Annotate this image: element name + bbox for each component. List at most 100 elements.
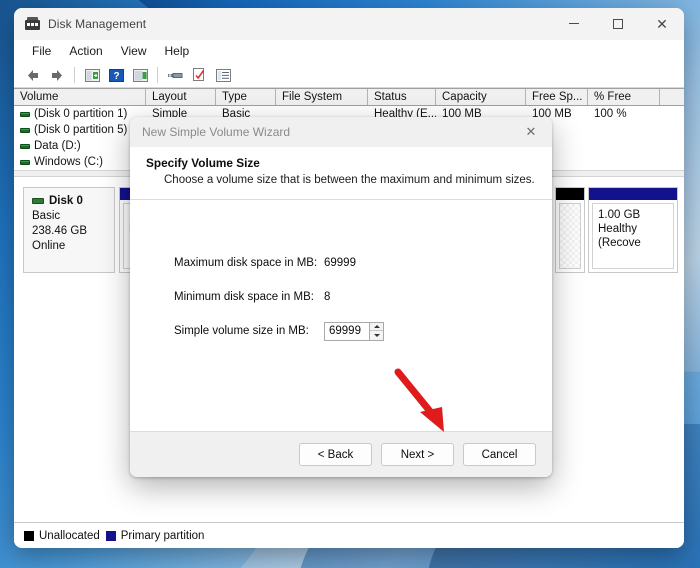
chevron-up-icon <box>373 324 380 328</box>
column-header-free-space[interactable]: Free Sp... <box>526 89 588 105</box>
disk-type: Basic <box>32 210 61 222</box>
minimize-button[interactable] <box>552 8 596 40</box>
simple-volume-size-stepper[interactable]: 69999 <box>324 321 384 341</box>
svg-text:?: ? <box>113 71 119 82</box>
maximize-icon <box>613 18 623 29</box>
menu-item-file[interactable]: File <box>24 42 59 60</box>
dialog-subheading: Choose a volume size that is between the… <box>164 174 535 186</box>
cell-volume-label: (Disk 0 partition 1) <box>34 108 128 120</box>
show-action-pane-icon[interactable] <box>129 65 151 85</box>
cancel-button[interactable]: Cancel <box>463 443 536 466</box>
simple-volume-size-input[interactable]: 69999 <box>324 321 370 341</box>
field-row-minimum-disk-space: Minimum disk space in MB: 8 <box>130 280 552 314</box>
title-bar-left: Disk Management <box>14 16 147 31</box>
cell-volume-label: Windows (C:) <box>34 156 104 168</box>
legend-swatch-unallocated-icon <box>24 530 34 541</box>
cell-volume: Data (D:) <box>14 140 146 152</box>
dialog-title-bar: New Simple Volume Wizard ✕ <box>130 117 552 147</box>
back-arrow-icon[interactable] <box>22 65 44 85</box>
stepper-up-button[interactable] <box>370 322 383 331</box>
dialog-title: New Simple Volume Wizard <box>142 125 291 139</box>
close-icon: ✕ <box>525 124 537 139</box>
column-header-layout[interactable]: Layout <box>146 89 216 105</box>
dialog-heading: Specify Volume Size <box>146 156 260 170</box>
dialog-body: Maximum disk space in MB: 69999 Minimum … <box>130 200 552 431</box>
partition-status: Healthy (Recove <box>598 223 641 249</box>
column-header-type[interactable]: Type <box>216 89 276 105</box>
column-header-file-system[interactable]: File System <box>276 89 368 105</box>
properties-icon[interactable] <box>164 65 186 85</box>
stepper-down-button[interactable] <box>370 331 383 340</box>
dialog-close-button[interactable]: ✕ <box>510 117 552 147</box>
column-header-status[interactable]: Status <box>368 89 436 105</box>
new-simple-volume-wizard-dialog: New Simple Volume Wizard ✕ Specify Volum… <box>130 117 552 477</box>
legend-item-primary: Primary partition <box>105 529 205 542</box>
legend-label-primary: Primary partition <box>120 529 205 542</box>
close-icon: ✕ <box>656 15 668 32</box>
partition-cap-unallocated <box>556 188 584 200</box>
field-row-maximum-disk-space: Maximum disk space in MB: 69999 <box>130 246 552 280</box>
disk-name: Disk 0 <box>49 195 83 207</box>
cell-percent-free: 100 % <box>594 108 627 120</box>
label-minimum-disk-space: Minimum disk space in MB: <box>174 291 314 303</box>
volume-drive-icon <box>20 111 30 117</box>
legend-label-unallocated: Unallocated <box>39 529 100 542</box>
disk-title: Disk 0 <box>32 195 108 207</box>
partition-cap-primary <box>589 188 677 200</box>
forward-arrow-icon[interactable] <box>46 65 68 85</box>
partition-block-unallocated[interactable] <box>555 187 585 273</box>
toolbar: ? <box>14 63 684 88</box>
chevron-down-icon <box>373 333 380 337</box>
legend: Unallocated Primary partition <box>14 522 684 548</box>
disk-status: Online <box>32 240 66 252</box>
partition-size: 1.00 GB <box>598 209 641 221</box>
volume-drive-icon <box>20 143 30 149</box>
dialog-header: Specify Volume Size Choose a volume size… <box>130 147 552 200</box>
list-view-icon[interactable] <box>212 65 234 85</box>
window-controls: ✕ <box>552 8 684 40</box>
minimize-icon <box>569 23 579 24</box>
disk-management-icon <box>25 16 40 31</box>
column-header-percent-free[interactable]: % Free <box>588 89 660 105</box>
stepper-buttons <box>370 321 384 341</box>
label-maximum-disk-space: Maximum disk space in MB: <box>174 257 318 269</box>
column-header-capacity[interactable]: Capacity <box>436 89 526 105</box>
label-simple-volume-size: Simple volume size in MB: <box>174 325 309 337</box>
partition-details <box>559 203 581 269</box>
maximize-button[interactable] <box>596 8 640 40</box>
help-icon[interactable]: ? <box>105 65 127 85</box>
value-minimum-disk-space: 8 <box>324 291 331 303</box>
show-console-tree-icon[interactable] <box>81 65 103 85</box>
field-row-simple-volume-size: Simple volume size in MB: 69999 <box>130 314 552 348</box>
menu-item-help[interactable]: Help <box>157 42 198 60</box>
volume-drive-icon <box>20 159 30 165</box>
title-bar: Disk Management ✕ <box>14 8 684 40</box>
volume-drive-icon <box>20 127 30 133</box>
next-button[interactable]: Next > <box>381 443 454 466</box>
partition-block-recovery[interactable]: 1.00 GB Healthy (Recove <box>588 187 678 273</box>
window-title: Disk Management <box>48 16 147 31</box>
toolbar-separator-1 <box>74 67 75 83</box>
cell-volume-label: (Disk 0 partition 5) <box>34 124 128 136</box>
cell-volume-label: Data (D:) <box>34 140 81 152</box>
menu-bar: File Action View Help <box>14 40 684 63</box>
cell-volume: Windows (C:) <box>14 156 146 168</box>
back-button[interactable]: < Back <box>299 443 372 466</box>
legend-item-unallocated: Unallocated <box>24 530 100 542</box>
column-header-spacer[interactable] <box>660 89 684 105</box>
rescan-disks-icon[interactable] <box>188 65 210 85</box>
legend-swatch-primary-icon <box>105 530 116 541</box>
disk-icon <box>32 198 44 204</box>
volume-table-header: Volume Layout Type File System Status Ca… <box>14 88 684 106</box>
disk-info-panel[interactable]: Disk 0 Basic 238.46 GB Online <box>23 187 115 273</box>
disk-size: 238.46 GB <box>32 225 87 237</box>
cell-volume: (Disk 0 partition 1) <box>14 108 146 120</box>
cell-volume: (Disk 0 partition 5) <box>14 124 146 136</box>
menu-item-view[interactable]: View <box>113 42 155 60</box>
close-button[interactable]: ✕ <box>640 8 684 40</box>
dialog-footer: < Back Next > Cancel <box>130 431 552 477</box>
menu-item-action[interactable]: Action <box>61 42 110 60</box>
partition-details: 1.00 GB Healthy (Recove <box>592 203 674 269</box>
toolbar-separator-2 <box>157 67 158 83</box>
column-header-volume[interactable]: Volume <box>14 89 146 105</box>
